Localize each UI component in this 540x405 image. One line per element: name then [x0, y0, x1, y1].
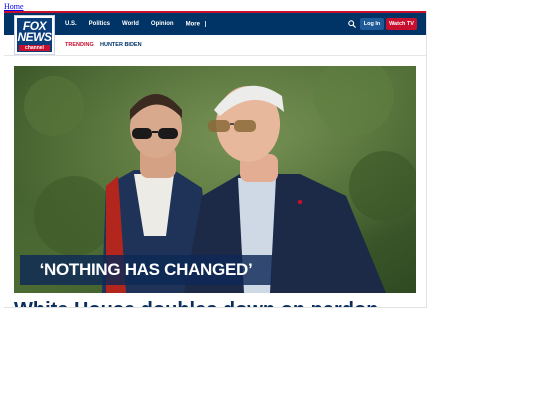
trending-bar: TRENDING HUNTER BIDEN — [4, 35, 426, 56]
top-navigation-bar: U.S. Politics World Opinion More Log In … — [4, 11, 426, 35]
more-divider-icon — [204, 20, 206, 27]
logo-news-text: NEWS — [17, 30, 53, 44]
trending-label: TRENDING — [65, 42, 94, 48]
nav-item-world[interactable]: World — [122, 21, 139, 27]
nav-item-us[interactable]: U.S. — [65, 21, 77, 27]
nav-item-more-label: More — [185, 21, 200, 28]
main-nav: U.S. Politics World Opinion More — [65, 13, 218, 35]
home-link[interactable]: Home — [4, 2, 24, 11]
browser-frame: U.S. Politics World Opinion More Log In … — [4, 11, 427, 308]
login-button[interactable]: Log In — [360, 18, 384, 30]
watch-tv-button[interactable]: Watch TV — [386, 18, 417, 30]
nav-item-more[interactable]: More — [185, 20, 206, 28]
search-icon[interactable] — [348, 20, 356, 28]
nav-item-opinion[interactable]: Opinion — [151, 21, 174, 27]
logo-background: FOX NEWS channel — [17, 18, 52, 52]
nav-item-politics[interactable]: Politics — [89, 21, 110, 27]
hero-banner-text: ‘NOTHING HAS CHANGED’ — [39, 260, 253, 279]
logo-channel-text: channel — [19, 45, 50, 51]
hero-image[interactable]: ‘NOTHING HAS CHANGED’ — [14, 66, 416, 293]
fox-news-logo[interactable]: FOX NEWS channel — [14, 15, 55, 55]
trending-item-hunter-biden[interactable]: HUNTER BIDEN — [100, 42, 142, 48]
hero-banner: ‘NOTHING HAS CHANGED’ — [20, 255, 272, 285]
article-headline[interactable]: White House doubles down on pardon — [14, 299, 378, 307]
